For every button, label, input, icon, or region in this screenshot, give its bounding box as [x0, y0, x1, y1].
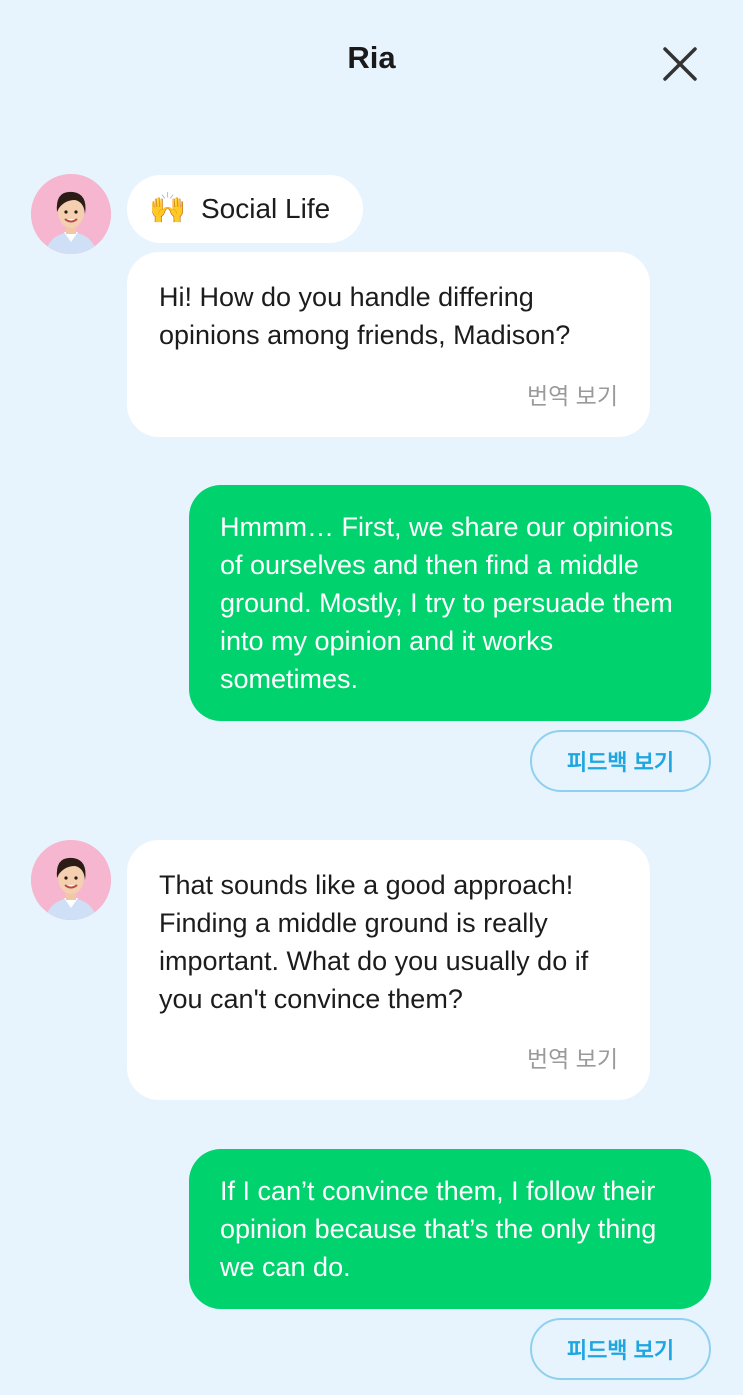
user-message-bubble: Hmmm… First, we share our opinions of ou… — [189, 485, 711, 721]
feedback-button[interactable]: 피드백 보기 — [530, 730, 711, 792]
avatar — [31, 840, 111, 920]
topic-badge: 🙌 Social Life — [127, 175, 363, 243]
bot-message-bubble: That sounds like a good approach! Findin… — [127, 840, 650, 1100]
translate-button[interactable]: 번역 보기 — [527, 377, 618, 411]
bot-message-text: That sounds like a good approach! Findin… — [159, 870, 589, 1014]
translate-button[interactable]: 번역 보기 — [527, 1040, 618, 1074]
chat-header: Ria — [0, 0, 743, 125]
raising-hands-icon: 🙌 — [149, 192, 187, 225]
close-icon — [663, 47, 697, 81]
user-message-text: If I can’t convince them, I follow their… — [220, 1176, 657, 1282]
bot-message-text: Hi! How do you handle differing opinions… — [159, 282, 571, 350]
user-message-bubble: If I can’t convince them, I follow their… — [189, 1149, 711, 1309]
chat-screen: Ria 🙌 Social Life Hi! How do you handle … — [0, 0, 743, 1395]
user-message-text: Hmmm… First, we share our opinions of ou… — [220, 512, 674, 694]
close-button[interactable] — [656, 40, 704, 88]
page-title: Ria — [347, 40, 396, 75]
bot-message-bubble: Hi! How do you handle differing opinions… — [127, 252, 650, 437]
feedback-button[interactable]: 피드백 보기 — [530, 1318, 711, 1380]
avatar — [31, 174, 111, 254]
topic-label: Social Life — [201, 193, 331, 224]
